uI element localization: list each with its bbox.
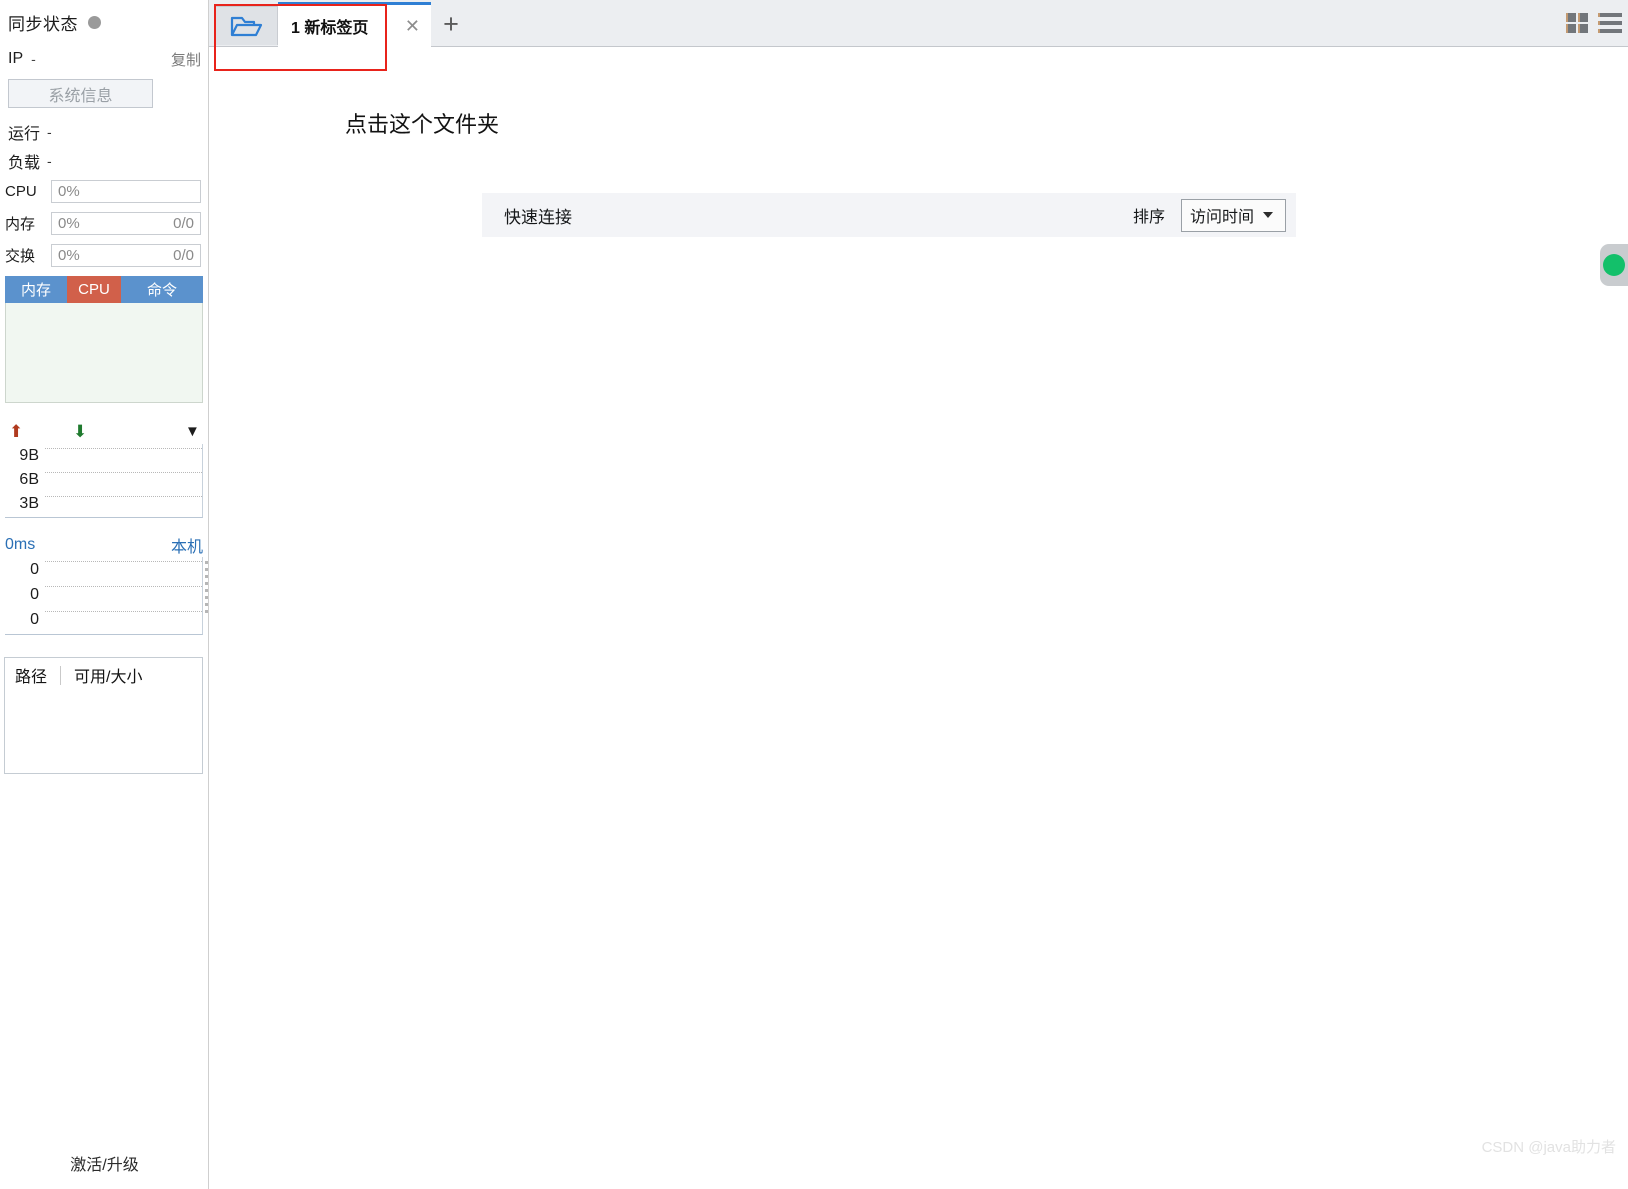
latency-graph: 0 0 0: [5, 557, 203, 635]
hamburger-menu-icon[interactable]: [1598, 13, 1622, 33]
caret-down-icon[interactable]: ▼: [185, 423, 200, 440]
folder-open-icon[interactable]: [215, 6, 278, 45]
gridline: [45, 561, 202, 562]
resource-tab-panel: [5, 303, 203, 403]
meter-label-cpu: CPU: [5, 183, 37, 200]
load-row: 负载 -: [8, 149, 201, 173]
tabbar-actions: [1556, 0, 1628, 46]
ip-label: IP: [8, 50, 24, 67]
tab-command[interactable]: 命令: [121, 276, 203, 303]
network-y-label-2: 3B: [19, 495, 39, 512]
sidebar: 同步状态 IP - 复制 系统信息 运行 - 负载 - CPU 0% 内存 0%…: [0, 0, 209, 1189]
meter-percent-cpu: 0%: [58, 183, 80, 200]
load-label: 负载: [8, 155, 41, 172]
graph-gridline-row: 0: [5, 582, 202, 607]
graph-gridline-row: 0: [5, 557, 202, 582]
uptime-value: -: [47, 124, 52, 140]
meter-box-cpu: 0%: [51, 180, 201, 203]
graph-gridline-row: 0: [5, 607, 202, 632]
arrow-down-icon: ⬇: [73, 422, 88, 441]
meter-detail-swap: 0/0: [173, 247, 194, 264]
meter-percent-memory: 0%: [58, 215, 80, 232]
sort-select[interactable]: 访问时间: [1181, 198, 1286, 232]
network-y-label-0: 9B: [19, 447, 39, 464]
uptime-row: 运行 -: [8, 120, 201, 144]
watermark-text: CSDN @java助力者: [1481, 1139, 1616, 1156]
gridline: [45, 496, 202, 497]
meter-detail-memory: 0/0: [173, 215, 194, 232]
meter-row-cpu: CPU 0%: [5, 179, 201, 204]
ip-value: -: [31, 51, 36, 67]
grid-view-icon[interactable]: [1566, 13, 1589, 33]
meter-label-memory: 内存: [5, 216, 36, 233]
tab-item-new-tab[interactable]: 1 新标签页 ✕: [278, 2, 431, 47]
latency-y-label-1: 0: [30, 585, 39, 603]
main-content: 点击这个文件夹 快速连接 排序 访问时间 CSDN @java助力者: [209, 47, 1628, 1189]
network-graph: 9B 6B 3B: [5, 444, 203, 518]
sync-status-label: 同步状态: [8, 14, 78, 34]
load-value: -: [47, 153, 52, 169]
gridline: [45, 472, 202, 473]
close-icon[interactable]: ✕: [405, 17, 420, 35]
tab-label: 1 新标签页: [291, 20, 369, 37]
status-circle-icon: [1603, 254, 1625, 276]
status-dot-icon: [88, 15, 101, 29]
graph-gridline-row: 3B: [5, 492, 202, 516]
disk-column-path: 路径: [15, 669, 48, 686]
latency-graph-header: 0ms 本机: [5, 533, 203, 557]
graph-gridline-row: 6B: [5, 468, 202, 492]
meter-label-swap: 交换: [5, 248, 36, 265]
quick-connect-bar: 快速连接 排序 访问时间: [482, 193, 1296, 237]
quick-connect-title: 快速连接: [504, 207, 572, 227]
sort-select-value: 访问时间: [1190, 209, 1255, 226]
meter-box-swap: 0% 0/0: [51, 244, 201, 267]
tab-memory[interactable]: 内存: [5, 276, 67, 303]
gridline: [45, 611, 202, 612]
uptime-label: 运行: [8, 126, 41, 143]
activate-upgrade-link[interactable]: 激活/升级: [0, 1151, 209, 1175]
caret-down-icon: [1263, 212, 1274, 218]
disk-column-size: 可用/大小: [74, 669, 143, 686]
meter-row-memory: 内存 0% 0/0: [5, 211, 201, 236]
latency-y-label-0: 0: [30, 560, 39, 578]
resource-tabs: 内存 CPU 命令: [5, 276, 203, 303]
latency-value: 0ms: [5, 536, 36, 553]
ip-row: IP - 复制: [8, 46, 201, 72]
network-y-label-1: 6B: [19, 471, 39, 488]
column-divider: [60, 665, 62, 685]
meter-percent-swap: 0%: [58, 247, 80, 264]
copy-ip-button[interactable]: 复制: [171, 49, 201, 70]
edge-status-pill[interactable]: [1600, 244, 1628, 286]
system-info-button[interactable]: 系统信息: [8, 79, 153, 108]
meter-box-memory: 0% 0/0: [51, 212, 201, 235]
latency-host-label: 本机: [170, 539, 203, 556]
sync-status-row: 同步状态: [8, 8, 201, 36]
arrow-up-icon: ⬆: [9, 422, 24, 441]
network-graph-header: ⬆ ⬇ ▼: [5, 420, 203, 444]
app-window: 同步状态 IP - 复制 系统信息 运行 - 负载 - CPU 0% 内存 0%…: [0, 0, 1628, 1189]
gridline: [45, 448, 202, 449]
tab-bar: 1 新标签页 ✕ +: [209, 0, 1628, 47]
plus-icon[interactable]: +: [437, 10, 465, 38]
gridline: [45, 586, 202, 587]
latency-y-label-2: 0: [30, 610, 39, 628]
disk-table-header: 路径 可用/大小: [5, 658, 202, 692]
meter-row-swap: 交换 0% 0/0: [5, 243, 201, 268]
sort-label: 排序: [1132, 209, 1165, 226]
tab-cpu[interactable]: CPU: [67, 276, 121, 303]
graph-gridline-row: 9B: [5, 444, 202, 468]
disk-usage-panel: 路径 可用/大小: [4, 657, 203, 774]
page-title: 点击这个文件夹: [345, 112, 500, 137]
